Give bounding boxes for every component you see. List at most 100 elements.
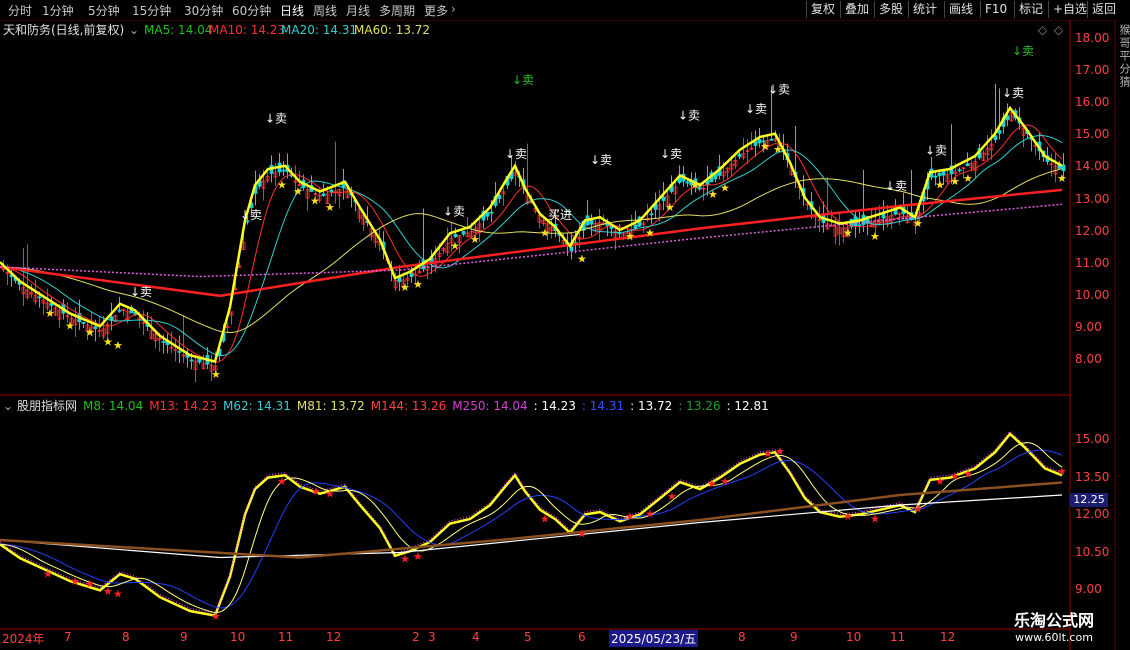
star-icon: ★ <box>950 175 960 188</box>
kline-chart[interactable]: ★★ ★★ ★★★ ★★ ★★ ★★ ★ ★★★ ★★★★ ★★ ★★ ★★★ ★ ★ ★↓卖↓卖↓卖 ↓卖↓… <box>0 0 1130 650</box>
candle-body <box>997 130 1002 134</box>
y-tick-label: 12.00 <box>1075 507 1110 521</box>
indicator-yellow-line <box>0 442 1063 614</box>
star-icon: ★ <box>211 368 221 381</box>
indicator-main-line <box>0 432 1063 618</box>
date-tick-label: 11 <box>278 630 294 644</box>
star-icon: ★ <box>470 233 480 246</box>
star-icon: ★ <box>211 610 221 623</box>
y-tick-label: 12.00 <box>1075 223 1110 238</box>
sell-marker: ↓卖 <box>1002 86 1024 100</box>
candle-body <box>189 359 194 362</box>
y-tick-label: 8.00 <box>1075 352 1102 366</box>
star-icon: ★ <box>65 320 75 333</box>
trend-line <box>0 105 1063 364</box>
star-icon: ★ <box>760 140 770 153</box>
date-tick-label: 2 <box>412 630 420 644</box>
candle-body <box>769 138 774 141</box>
star-icon: ★ <box>293 185 303 198</box>
candle-body <box>937 172 942 177</box>
candle-body <box>177 351 182 353</box>
star-icon: ★ <box>775 445 785 458</box>
star-icon: ★ <box>70 575 80 588</box>
current-value-tag: 12.25 <box>1070 493 1108 507</box>
star-icon: ★ <box>277 178 287 191</box>
ma10-line <box>0 124 1063 363</box>
y-tick-label: 16.00 <box>1075 95 1110 110</box>
date-tick-label: 12 <box>326 630 342 644</box>
sell-marker: ↓卖 <box>512 73 534 87</box>
star-icon: ★ <box>870 513 880 526</box>
y-tick-label: 13.00 <box>1075 191 1110 206</box>
sell-marker: ↓卖 <box>660 147 682 161</box>
sell-marker: ↓卖 <box>885 179 907 193</box>
side-strip-text: 猴哥平分猜 <box>1118 24 1130 89</box>
candle-body <box>993 135 998 141</box>
candle-body <box>485 211 490 217</box>
star-icon: ★ <box>773 143 783 156</box>
star-icon: ★ <box>113 588 123 601</box>
star-icon: ★ <box>450 239 460 252</box>
star-icon: ★ <box>311 485 321 498</box>
long-ma-line <box>0 188 1063 298</box>
star-icon: ★ <box>963 468 973 481</box>
sell-marker: ↓卖 <box>240 208 262 222</box>
star-icon: ★ <box>103 336 113 349</box>
date-tick-label: 3 <box>428 630 436 644</box>
sell-marker: ↓卖 <box>768 83 790 97</box>
star-icon: ★ <box>625 230 635 243</box>
date-tick-label: 10 <box>846 630 862 644</box>
candle-body <box>161 341 166 343</box>
y-tick-label: 11.00 <box>1075 255 1110 270</box>
star-icon: ★ <box>400 553 410 566</box>
star-icon: ★ <box>665 201 675 214</box>
star-icon: ★ <box>645 508 655 521</box>
star-icon: ★ <box>950 470 960 483</box>
date-tick-label: 12 <box>940 630 956 644</box>
candle-body <box>753 141 758 146</box>
watermark-logo: 乐淘公式网 www.60lt.com <box>1000 607 1108 644</box>
sell-marker: ↓卖 <box>745 102 767 116</box>
y-tick-label: 14.00 <box>1075 159 1110 174</box>
candle-body <box>857 224 862 227</box>
star-icon: ★ <box>85 578 95 591</box>
star-icon: ★ <box>690 178 700 191</box>
candle-body <box>197 358 202 363</box>
star-icon: ★ <box>45 307 55 320</box>
cursor-date: 2025/05/23/五 <box>609 630 699 647</box>
star-icon: ★ <box>413 550 423 563</box>
star-icon: ★ <box>277 475 287 488</box>
y-tick-label: 15.00 <box>1075 432 1110 446</box>
star-icon: ★ <box>645 227 655 240</box>
y-tick-label: 10.50 <box>1075 544 1110 559</box>
candle-body <box>933 175 938 178</box>
indicator-brown-line <box>0 481 1063 559</box>
candle-body <box>965 163 970 167</box>
candle-body <box>321 193 326 196</box>
watermark-url: www.60lt.com <box>1015 631 1093 644</box>
star-icon: ★ <box>85 326 95 339</box>
sell-marker: ↓卖 <box>130 285 152 299</box>
date-tick-label: 11 <box>890 630 906 644</box>
date-tick-label: 10 <box>230 630 246 644</box>
star-icon: ★ <box>113 339 123 352</box>
y-tick-label: 9.00 <box>1075 319 1102 334</box>
star-icon: ★ <box>1057 465 1067 478</box>
star-icon: ★ <box>577 528 587 541</box>
star-icon: ★ <box>103 585 113 598</box>
star-icon: ★ <box>625 510 635 523</box>
sell-marker: ↓卖 <box>925 144 947 158</box>
date-tick-label: 8 <box>738 630 746 644</box>
star-icon: ★ <box>540 513 550 526</box>
date-tick-label: 9 <box>180 630 188 644</box>
right-side-strip[interactable]: 猴哥平分猜 <box>1116 20 1130 650</box>
y-tick-label: 10.00 <box>1075 287 1110 302</box>
sell-marker: ↓卖 <box>443 205 465 219</box>
candle-body <box>461 230 466 235</box>
date-tick-label: 4 <box>472 630 480 644</box>
candle-body <box>37 296 42 299</box>
star-icon: ★ <box>413 278 423 291</box>
candle-body <box>1061 164 1066 172</box>
sell-marker: ↓卖 <box>1012 44 1034 58</box>
star-icon: ★ <box>667 490 677 503</box>
